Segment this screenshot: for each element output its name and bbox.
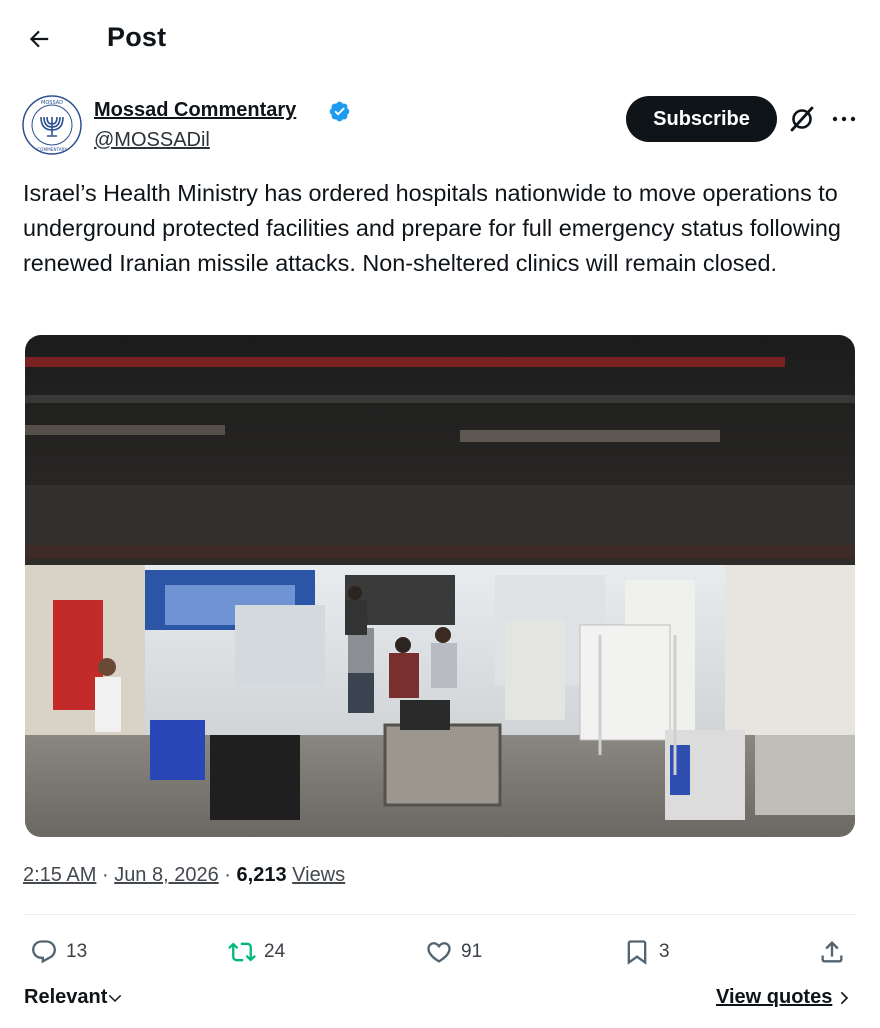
like-count: 91 bbox=[461, 941, 483, 962]
underground-hospital-photo bbox=[25, 335, 855, 837]
post-text: Israel’s Health Ministry has ordered hos… bbox=[23, 180, 841, 276]
author-display-name[interactable]: Mossad Commentary bbox=[94, 99, 296, 122]
views-label[interactable]: Views bbox=[292, 864, 345, 886]
heart-icon bbox=[427, 942, 451, 963]
share-icon bbox=[821, 941, 843, 963]
post-date[interactable]: Jun 8, 2026 bbox=[114, 864, 219, 886]
view-quotes-label: View quotes bbox=[716, 986, 833, 1008]
avatar[interactable]: MOSSAD COMMENTARY bbox=[22, 95, 82, 155]
bookmark-button[interactable]: 3 bbox=[623, 935, 670, 969]
sort-label: Relevant bbox=[24, 986, 108, 1008]
subscribe-button[interactable]: Subscribe bbox=[626, 96, 777, 142]
post-media-image[interactable] bbox=[25, 335, 855, 837]
reply-icon bbox=[32, 940, 56, 964]
divider bbox=[23, 914, 857, 915]
view-quotes-link[interactable]: View quotes bbox=[716, 986, 852, 1009]
page-title: Post bbox=[107, 22, 167, 52]
like-button[interactable]: 91 bbox=[425, 935, 482, 969]
chevron-right-icon bbox=[841, 991, 849, 1004]
back-button[interactable] bbox=[22, 22, 56, 56]
post-time[interactable]: 2:15 AM bbox=[23, 864, 96, 886]
reply-count: 13 bbox=[66, 941, 88, 962]
more-options-button[interactable] bbox=[829, 106, 859, 132]
arrow-left-icon bbox=[29, 30, 49, 48]
share-button[interactable] bbox=[818, 935, 846, 969]
post-meta: 2:15 AM · Jun 8, 2026 · 6,213 Views bbox=[23, 864, 345, 887]
more-horizontal-icon bbox=[832, 116, 856, 122]
post-header: Post bbox=[0, 0, 880, 80]
sort-dropdown[interactable]: Relevant bbox=[24, 986, 123, 1009]
bookmark-icon bbox=[627, 940, 647, 965]
menorah-seal-icon: MOSSAD COMMENTARY bbox=[22, 95, 82, 155]
svg-text:COMMENTARY: COMMENTARY bbox=[37, 147, 67, 152]
verified-badge-icon bbox=[329, 101, 350, 122]
repost-count: 24 bbox=[264, 941, 286, 962]
meta-separator: · bbox=[101, 864, 109, 886]
meta-separator: · bbox=[224, 864, 231, 886]
author-handle[interactable]: @MOSSADil bbox=[94, 129, 210, 152]
repost-icon bbox=[228, 942, 256, 962]
grok-icon bbox=[790, 106, 814, 132]
bookmark-count: 3 bbox=[659, 941, 670, 962]
views-count: 6,213 bbox=[236, 864, 287, 886]
grok-button[interactable] bbox=[787, 104, 817, 134]
repost-button[interactable]: 24 bbox=[228, 935, 285, 969]
svg-text:MOSSAD: MOSSAD bbox=[41, 100, 63, 106]
reply-button[interactable]: 13 bbox=[30, 935, 87, 969]
chevron-down-icon bbox=[109, 994, 122, 1002]
